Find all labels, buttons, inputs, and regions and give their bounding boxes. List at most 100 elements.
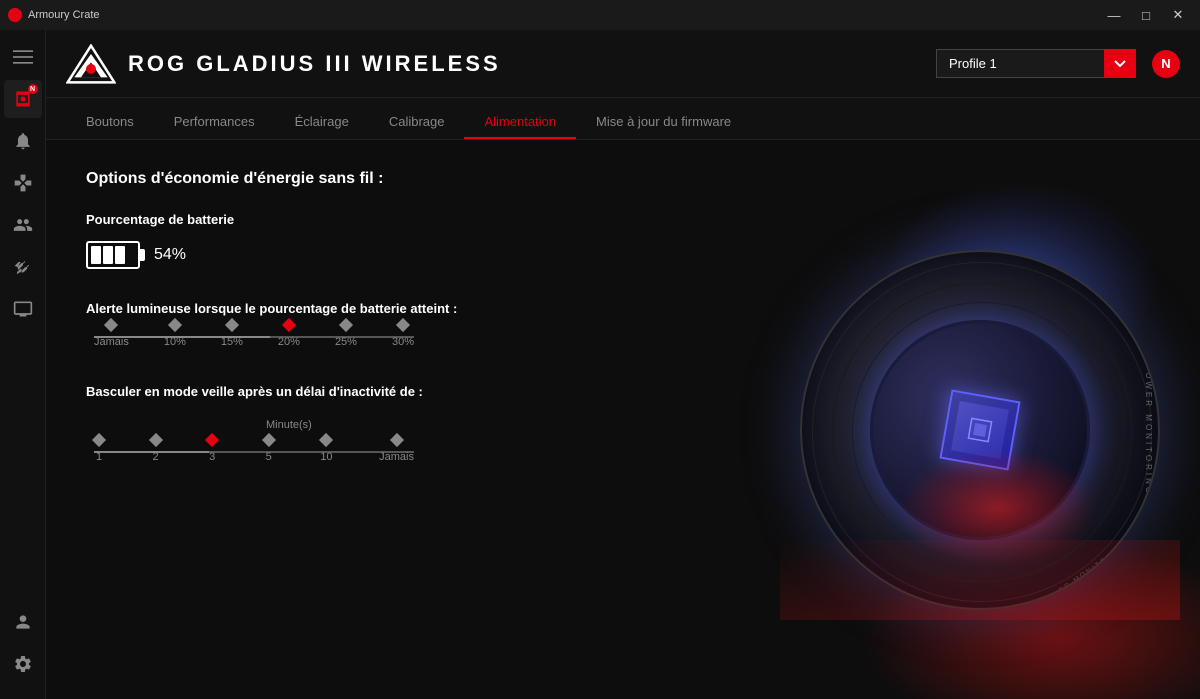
alert-slider-label: Alerte lumineuse lorsque le pourcentage … — [86, 301, 640, 316]
alert-tick-4[interactable]: 25% — [335, 346, 357, 348]
sleep-slider-track-container: 1 2 3 5 — [86, 451, 640, 463]
device-arc-text: POWER MONITORING — [1144, 363, 1153, 495]
sidebar-item-gamepad[interactable] — [4, 164, 42, 202]
app-body: N — [0, 30, 1200, 699]
profile-dropdown[interactable]: Profile 1 Profile 2 Profile 3 — [936, 49, 1136, 78]
alert-tick-2[interactable]: 15% — [221, 346, 243, 348]
alert-slider-section: Alerte lumineuse lorsque le pourcentage … — [86, 301, 640, 348]
sleep-tick-diamond-4[interactable] — [319, 433, 333, 447]
battery-bar-2 — [103, 246, 113, 264]
alert-tick-diamond-0[interactable] — [104, 318, 118, 332]
sleep-tick-label-4: 10 — [320, 451, 332, 463]
sleep-tick-3[interactable]: 5 — [264, 461, 274, 463]
alert-tick-diamond-1[interactable] — [168, 318, 182, 332]
alert-slider-track-container: Jamais 10% 15% — [86, 336, 640, 348]
gamepad-icon — [13, 173, 33, 193]
battery-label: Pourcentage de batterie — [86, 212, 640, 227]
battery-percent: 54% — [154, 246, 186, 264]
sleep-tick-1[interactable]: 2 — [151, 461, 161, 463]
section-title: Options d'économie d'énergie sans fil : — [86, 170, 640, 188]
profile-selector: Profile 1 Profile 2 Profile 3 N — [936, 49, 1180, 78]
sleep-slider-track — [94, 451, 414, 453]
title-bar-left: Armoury Crate — [8, 8, 100, 22]
alert-slider-track — [94, 336, 414, 338]
rocket-icon — [13, 257, 33, 277]
sidebar-item-bell[interactable] — [4, 122, 42, 160]
sleep-tick-diamond-3[interactable] — [262, 433, 276, 447]
alert-tick-0[interactable]: Jamais — [94, 346, 129, 348]
sleep-tick-label-5: Jamais — [379, 451, 414, 463]
alert-tick-label-0: Jamais — [94, 336, 129, 348]
sleep-slider-section: Basculer en mode veille après un délai d… — [86, 384, 640, 463]
sidebar-item-device[interactable]: N — [4, 80, 42, 118]
tab-eclairage[interactable]: Éclairage — [275, 106, 369, 139]
alert-tick-diamond-3[interactable] — [282, 318, 296, 332]
alert-tick-label-3: 20% — [278, 336, 300, 348]
notification-n-badge: N — [1152, 50, 1180, 78]
sleep-tick-label-0: 1 — [96, 451, 102, 463]
tab-firmware[interactable]: Mise à jour du firmware — [576, 106, 751, 139]
sleep-slider-label: Basculer en mode veille après un délai d… — [86, 384, 640, 399]
title-bar-controls: — □ ✕ — [1100, 4, 1192, 26]
main-content: ROG GLADIUS III WIRELESS Profile 1 Profi… — [46, 30, 1200, 699]
close-button[interactable]: ✕ — [1164, 4, 1192, 26]
tab-calibrage[interactable]: Calibrage — [369, 106, 465, 139]
alert-tick-diamond-2[interactable] — [225, 318, 239, 332]
alert-tick-5[interactable]: 30% — [392, 346, 414, 348]
profile-icon — [13, 612, 33, 632]
right-panel: POWER MONITORING POWER MONITORING — [680, 140, 1200, 699]
tab-bar: Boutons Performances Éclairage Calibrage… — [46, 98, 1200, 140]
sleep-tick-0[interactable]: 1 — [94, 461, 104, 463]
battery-bar-3 — [115, 246, 125, 264]
content-area: Options d'économie d'énergie sans fil : … — [46, 140, 1200, 699]
sleep-tick-2[interactable]: 3 — [207, 461, 217, 463]
settings-icon — [13, 654, 33, 674]
alert-tick-1[interactable]: 10% — [164, 346, 186, 348]
sidebar-item-users[interactable] — [4, 206, 42, 244]
sleep-tick-diamond-5[interactable] — [389, 433, 403, 447]
profile-dropdown-wrapper: Profile 1 Profile 2 Profile 3 — [936, 49, 1136, 78]
minimize-button[interactable]: — — [1100, 4, 1128, 26]
alert-tick-label-5: 30% — [392, 336, 414, 348]
sidebar-item-profile[interactable] — [4, 603, 42, 641]
display-icon — [13, 299, 33, 319]
battery-icon — [86, 241, 140, 269]
alert-tick-3[interactable]: 20% — [278, 346, 300, 348]
sidebar-item-rocket[interactable] — [4, 248, 42, 286]
notification-badge: N — [28, 84, 38, 94]
alert-tick-diamond-4[interactable] — [339, 318, 353, 332]
sidebar-item-settings[interactable] — [4, 645, 42, 683]
battery-bar-1 — [91, 246, 101, 264]
sidebar-item-menu[interactable] — [4, 38, 42, 76]
sleep-slider-ticks: 1 2 3 5 — [94, 461, 414, 463]
alert-tick-diamond-5[interactable] — [396, 318, 410, 332]
sleep-tick-label-3: 5 — [266, 451, 272, 463]
sleep-tick-diamond-1[interactable] — [149, 433, 163, 447]
header-logo: ROG GLADIUS III WIRELESS — [66, 44, 501, 84]
header: ROG GLADIUS III WIRELESS Profile 1 Profi… — [46, 30, 1200, 98]
alert-tick-label-1: 10% — [164, 336, 186, 348]
tab-boutons[interactable]: Boutons — [66, 106, 154, 139]
tab-performances[interactable]: Performances — [154, 106, 275, 139]
sleep-tick-5[interactable]: Jamais — [379, 461, 414, 463]
sidebar-item-display[interactable] — [4, 290, 42, 328]
bottom-red-accent — [780, 540, 1180, 620]
sidebar: N — [0, 30, 46, 699]
maximize-button[interactable]: □ — [1132, 4, 1160, 26]
device-square-icon — [963, 412, 998, 447]
sleep-tick-label-2: 3 — [209, 451, 215, 463]
alert-slider-ticks: Jamais 10% 15% — [94, 346, 414, 348]
rog-logo-icon — [66, 44, 116, 84]
rog-icon — [8, 8, 22, 22]
sleep-tick-diamond-2[interactable] — [205, 433, 219, 447]
sleep-minute-label: Minute(s) — [266, 419, 640, 431]
device-name: ROG GLADIUS III WIRELESS — [128, 51, 501, 77]
alert-tick-label-2: 15% — [221, 336, 243, 348]
device-visual: POWER MONITORING POWER MONITORING — [700, 220, 1180, 620]
sleep-tick-diamond-0[interactable] — [92, 433, 106, 447]
sleep-tick-4[interactable]: 10 — [320, 461, 332, 463]
left-panel: Options d'économie d'énergie sans fil : … — [46, 140, 680, 699]
users-icon — [13, 215, 33, 235]
title-bar: Armoury Crate — □ ✕ — [0, 0, 1200, 30]
tab-alimentation[interactable]: Alimentation — [464, 106, 576, 139]
